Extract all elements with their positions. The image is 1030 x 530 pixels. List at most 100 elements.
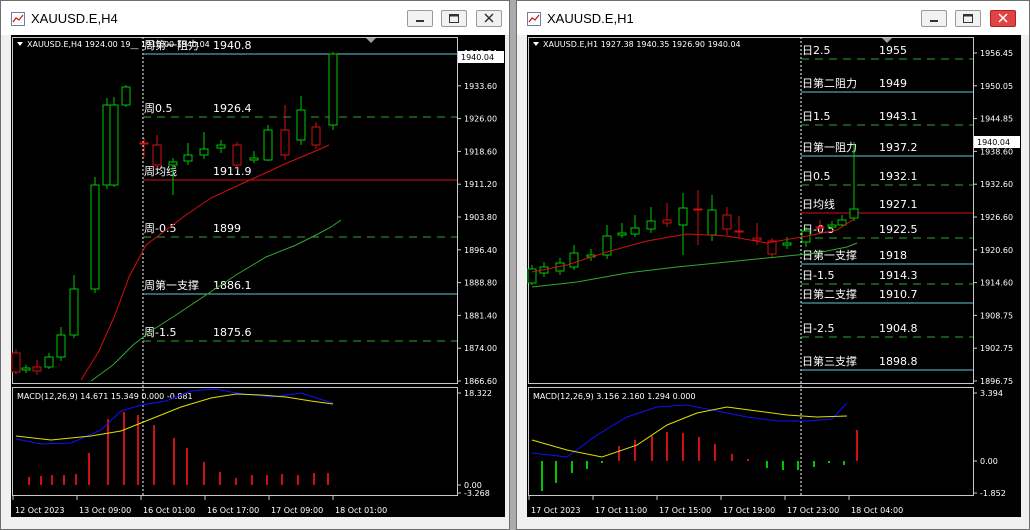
candle-body[interactable] (617, 232, 627, 236)
candle-body[interactable] (11, 352, 21, 373)
minimize-button[interactable] (921, 10, 947, 27)
candle-body[interactable] (109, 104, 119, 186)
candle-body[interactable] (56, 334, 66, 358)
time-axis-label: 17 Oct 09:00 (271, 506, 323, 515)
candle-body[interactable] (782, 242, 792, 246)
candle-body[interactable] (693, 208, 703, 211)
chart-window-h1[interactable]: XAUUSD.E,H1 XAUUSD.E,H1 1927.38 1940.35 … (516, 0, 1030, 530)
candle-body[interactable] (752, 237, 762, 241)
candle-body[interactable] (32, 366, 42, 372)
candle-body[interactable] (232, 144, 242, 166)
pivot-level-name: 日1.5 (802, 110, 831, 123)
candle-body[interactable] (815, 226, 825, 229)
price-axis-label: 1908.75 (980, 311, 1013, 320)
candle-body[interactable] (69, 288, 79, 336)
candle-body[interactable] (849, 208, 859, 219)
close-icon (484, 13, 494, 23)
candle-body[interactable] (249, 157, 259, 161)
minimize-button[interactable] (407, 10, 433, 27)
price-axis-label: 1911.20 (464, 180, 497, 189)
macd-line (531, 402, 848, 458)
chart-window-icon (11, 12, 25, 26)
current-price-label: 1940.04 (461, 53, 494, 62)
candle-body[interactable] (707, 209, 717, 236)
chart-svg[interactable]: XAUUSD.E,H4 1924.00 19__ 1910.00 1940.04… (11, 35, 505, 517)
pivot-level-value: 1943.1 (879, 110, 918, 123)
title-bar[interactable]: XAUUSD.E,H4 (1, 1, 509, 35)
macd-axis-label: -1.852 (980, 489, 1006, 498)
candle-body[interactable] (569, 252, 579, 268)
candle-body[interactable] (722, 214, 732, 230)
pivot-level-name: 日0.5 (802, 170, 831, 183)
pivot-level-value: 1932.1 (879, 170, 918, 183)
time-axis-label: 17 Oct 19:00 (723, 506, 775, 515)
pivot-level-value: 1914.3 (879, 269, 918, 282)
pivot-level-name: 日-1.5 (802, 269, 834, 282)
minimize-icon (416, 20, 424, 22)
candle-body[interactable] (139, 142, 149, 145)
time-axis-label: 18 Oct 01:00 (335, 506, 387, 515)
candle-body[interactable] (168, 161, 178, 166)
close-button[interactable] (990, 10, 1016, 27)
chart-shift-icon[interactable] (882, 38, 892, 43)
candle-body[interactable] (280, 129, 290, 156)
candle-body[interactable] (199, 148, 209, 156)
chart-window-h4[interactable]: XAUUSD.E,H4 XAUUSD.E,H4 1924.00 19__ 191… (0, 0, 510, 530)
close-button[interactable] (476, 10, 502, 27)
price-axis-label: 1896.75 (980, 377, 1013, 386)
macd-axis-label: -3.268 (464, 489, 490, 498)
chart-canvas[interactable]: XAUUSD.E,H4 1924.00 19__ 1910.00 1940.04… (11, 35, 505, 517)
candle-body[interactable] (183, 154, 193, 162)
collapse-arrow-icon[interactable] (17, 42, 23, 46)
candle-body[interactable] (678, 207, 688, 226)
candle-body[interactable] (827, 224, 837, 228)
candle-body[interactable] (311, 126, 321, 146)
chart-svg[interactable]: XAUUSD.E,H1 1927.38 1940.35 1926.90 1940… (527, 35, 1021, 517)
maximize-button[interactable] (441, 10, 467, 27)
time-axis-label: 12 Oct 2023 (15, 506, 64, 515)
macd-label: MACD(12,26,9) 3.156 2.160 1.294 0.000 (533, 392, 696, 401)
pivot-level-value: 1940.8 (213, 39, 252, 52)
chart-shift-icon[interactable] (366, 38, 376, 43)
window-title: XAUUSD.E,H1 (547, 11, 634, 26)
candle-body[interactable] (630, 227, 640, 235)
candle-body[interactable] (296, 109, 306, 141)
pivot-level-value: 1875.6 (213, 326, 252, 339)
pivot-level-value: 1899 (213, 222, 241, 235)
pivot-level-name: 日2.5 (802, 44, 831, 57)
time-axis-label: 16 Oct 17:00 (207, 506, 259, 515)
pivot-level-value: 1911.9 (213, 165, 252, 178)
pivot-level-name: 周第一阻力 (144, 38, 199, 52)
price-axis-label: 1950.05 (980, 82, 1013, 91)
candle-body[interactable] (121, 86, 131, 106)
chart-canvas[interactable]: XAUUSD.E,H1 1927.38 1940.35 1926.90 1940… (527, 35, 1021, 517)
time-axis-label: 17 Oct 23:00 (787, 506, 839, 515)
candle-body[interactable] (216, 144, 226, 149)
candle-body[interactable] (263, 129, 273, 161)
price-axis-label: 1888.80 (464, 279, 497, 288)
pivot-level-value: 1886.1 (213, 279, 252, 292)
candle-body[interactable] (646, 220, 656, 230)
candle-body[interactable] (837, 219, 847, 226)
candle-body[interactable] (44, 356, 54, 368)
candle-body[interactable] (90, 184, 100, 290)
maximize-icon (963, 14, 973, 23)
candle-body[interactable] (734, 230, 744, 233)
macd-plot-frame (528, 387, 974, 496)
chart-window-icon (527, 12, 541, 26)
title-bar[interactable]: XAUUSD.E,H1 (517, 1, 1029, 35)
price-axis-label: 1926.60 (980, 213, 1013, 222)
price-axis-label: 1956.45 (980, 49, 1013, 58)
candle-body[interactable] (328, 53, 338, 126)
price-axis-label: 1933.60 (464, 82, 497, 91)
candle-body[interactable] (21, 367, 31, 371)
collapse-arrow-icon[interactable] (533, 42, 539, 46)
price-axis-label: 1920.60 (980, 246, 1013, 255)
price-axis-label: 1938.60 (980, 147, 1013, 156)
candle-body[interactable] (152, 144, 162, 166)
maximize-button[interactable] (955, 10, 981, 27)
price-axis-label: 1881.40 (464, 311, 497, 320)
candle-body[interactable] (662, 219, 672, 224)
minimize-icon (930, 20, 938, 22)
pivot-level-value: 1904.8 (879, 322, 918, 335)
